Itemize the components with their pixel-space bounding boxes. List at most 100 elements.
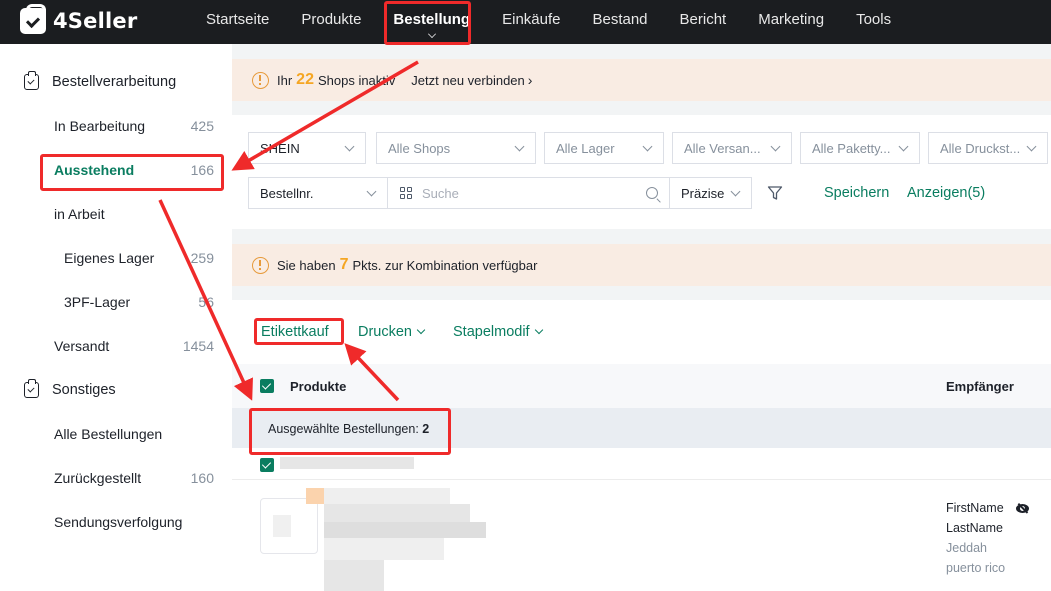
lager-select[interactable]: Alle Lager: [544, 132, 664, 164]
chevron-down-icon: [730, 186, 741, 197]
sidebar-group-label: Bestellverarbeitung: [52, 74, 177, 90]
sidebar-item-count: 166: [190, 162, 214, 178]
nav-bestellung-label: Bestellung: [393, 11, 471, 28]
platform-select[interactable]: SHEIN: [248, 132, 366, 164]
nav-bestellung[interactable]: Bestellung: [377, 0, 486, 44]
search-input[interactable]: Suche: [388, 177, 670, 209]
sidebar-group-bestellverarbeitung[interactable]: Bestellverarbeitung: [24, 71, 177, 92]
chevron-down-icon: [416, 325, 426, 335]
sidebar-item-sendungsverfolgung[interactable]: Sendungsverfolgung: [54, 512, 214, 532]
orders-panel: Etikettkauf Drucken Stapelmodif Produkte…: [232, 300, 1051, 591]
sidebar-item-in-arbeit[interactable]: in Arbeit: [54, 204, 214, 224]
sidebar-item-label: Alle Bestellungen: [54, 426, 163, 442]
stapelmodif-dropdown[interactable]: Stapelmodif: [453, 324, 543, 340]
sidebar-item-label: Eigenes Lager: [64, 250, 155, 266]
chevron-down-icon: [366, 186, 377, 197]
main-nav: Startseite Produkte Bestellung Einkäufe …: [190, 0, 907, 44]
chevron-down-icon: [344, 141, 355, 152]
nav-tools[interactable]: Tools: [840, 0, 907, 44]
eye-off-icon[interactable]: [1016, 504, 1029, 513]
select-all-checkbox[interactable]: [260, 379, 274, 393]
notice-text-pre: Ihr: [277, 72, 293, 88]
sidebar-item-alle-bestellungen[interactable]: Alle Bestellungen: [54, 424, 214, 444]
recipient-last-name: LastName: [946, 521, 1003, 535]
nav-marketing[interactable]: Marketing: [742, 0, 840, 44]
versand-select[interactable]: Alle Versan...: [672, 132, 792, 164]
sidebar: Bestellverarbeitung In Bearbeitung 425 A…: [0, 44, 232, 591]
redacted-block: [306, 488, 324, 504]
sidebar-group-label: Sonstiges: [52, 382, 116, 398]
drucken-dropdown[interactable]: Drucken: [358, 324, 426, 340]
etikettkauf-button[interactable]: Etikettkauf: [261, 324, 329, 340]
selection-summary-bar: Ausgewählte Bestellungen: 2: [232, 408, 1051, 448]
redacted-block: [324, 538, 444, 560]
sidebar-item-3pf-lager[interactable]: 3PF-Lager 56: [64, 292, 214, 312]
match-mode-select[interactable]: Präzise: [669, 177, 752, 209]
nav-startseite[interactable]: Startseite: [190, 0, 285, 44]
search-field-select[interactable]: Bestellnr.: [248, 177, 388, 209]
shops-select[interactable]: Alle Shops: [376, 132, 536, 164]
search-icon[interactable]: [646, 187, 658, 199]
sidebar-item-count: 425: [190, 118, 214, 134]
sidebar-item-count: 56: [198, 294, 214, 310]
orders-table-header: Produkte Empfänger: [232, 364, 1051, 408]
save-filter-button[interactable]: Speichern: [824, 185, 889, 201]
sidebar-item-ausstehend[interactable]: Ausstehend 166: [54, 160, 214, 180]
order-row-checkbox[interactable]: [260, 458, 274, 472]
recipient-first-name: FirstName: [946, 501, 1004, 515]
druck-value: Alle Druckst...: [940, 140, 1021, 156]
selected-orders-label: Ausgewählte Bestellungen:: [268, 422, 419, 436]
notice-text-post: Pkts. zur Kombination verfügbar: [352, 257, 538, 273]
sidebar-item-label: In Bearbeitung: [54, 118, 146, 134]
table-row: [232, 448, 1051, 480]
redacted-block: [324, 488, 450, 504]
reconnect-link[interactable]: Jetzt neu verbinden: [411, 72, 532, 88]
nav-produkte[interactable]: Produkte: [285, 0, 377, 44]
sidebar-item-in-bearbeitung[interactable]: In Bearbeitung 425: [54, 116, 214, 136]
chevron-down-icon: [1026, 141, 1037, 152]
sidebar-item-label: Zurückgestellt: [54, 470, 142, 486]
pakettyp-select[interactable]: Alle Paketty...: [800, 132, 920, 164]
sidebar-item-eigenes-lager[interactable]: Eigenes Lager 259: [64, 248, 214, 268]
clipboard-check-icon: [24, 379, 39, 398]
clipboard-check-icon: [24, 71, 39, 90]
top-navigation-bar: 4Seller Startseite Produkte Bestellung E…: [0, 0, 1051, 44]
warning-icon: [252, 256, 269, 274]
chevron-down-icon: [898, 141, 909, 152]
nav-bericht[interactable]: Bericht: [664, 0, 743, 44]
sidebar-item-label: in Arbeit: [54, 206, 105, 222]
redacted-order-info: [280, 457, 414, 469]
sidebar-item-zurueckgestellt[interactable]: Zurückgestellt 160: [54, 468, 214, 488]
search-placeholder: Suche: [422, 185, 459, 201]
search-field-value: Bestellnr.: [260, 185, 314, 201]
recipient-country: puerto rico: [946, 561, 1006, 575]
sidebar-item-count: 1454: [182, 338, 214, 354]
shops-value: Alle Shops: [388, 140, 451, 156]
nav-einkaeufe[interactable]: Einkäufe: [486, 0, 576, 44]
combination-notice: Sie haben 7 Pkts. zur Kombination verfüg…: [232, 244, 1051, 286]
selected-orders-text: Ausgewählte Bestellungen: 2: [268, 422, 429, 436]
brand-name: 4Seller: [53, 9, 138, 33]
lager-value: Alle Lager: [556, 140, 615, 156]
product-thumbnail: [260, 498, 318, 554]
sidebar-group-sonstiges[interactable]: Sonstiges: [24, 379, 116, 400]
sidebar-item-label: 3PF-Lager: [64, 294, 131, 310]
chevron-down-icon: [642, 141, 653, 152]
sidebar-item-label: Ausstehend: [54, 162, 135, 178]
redacted-block: [324, 504, 470, 522]
chevron-down-icon: [534, 325, 543, 335]
druck-select[interactable]: Alle Druckst...: [928, 132, 1048, 164]
notice-text-pre: Sie haben: [277, 257, 336, 273]
platform-value: SHEIN: [260, 140, 300, 156]
filter-panel: SHEIN Alle Shops Alle Lager Alle Versan.…: [232, 115, 1051, 229]
nav-bestand[interactable]: Bestand: [576, 0, 663, 44]
warning-icon: [252, 71, 269, 89]
column-produkte: Produkte: [290, 379, 347, 394]
sidebar-item-versandt[interactable]: Versandt 1454: [54, 336, 214, 356]
column-empfaenger: Empfänger: [946, 379, 1014, 394]
filter-funnel-icon[interactable]: [767, 185, 783, 201]
brand-logo[interactable]: 4Seller: [20, 4, 138, 35]
show-filters-button[interactable]: Anzeigen(5): [907, 185, 985, 201]
drucken-label: Drucken: [358, 324, 412, 340]
stapelmodif-label: Stapelmodif: [453, 324, 530, 340]
